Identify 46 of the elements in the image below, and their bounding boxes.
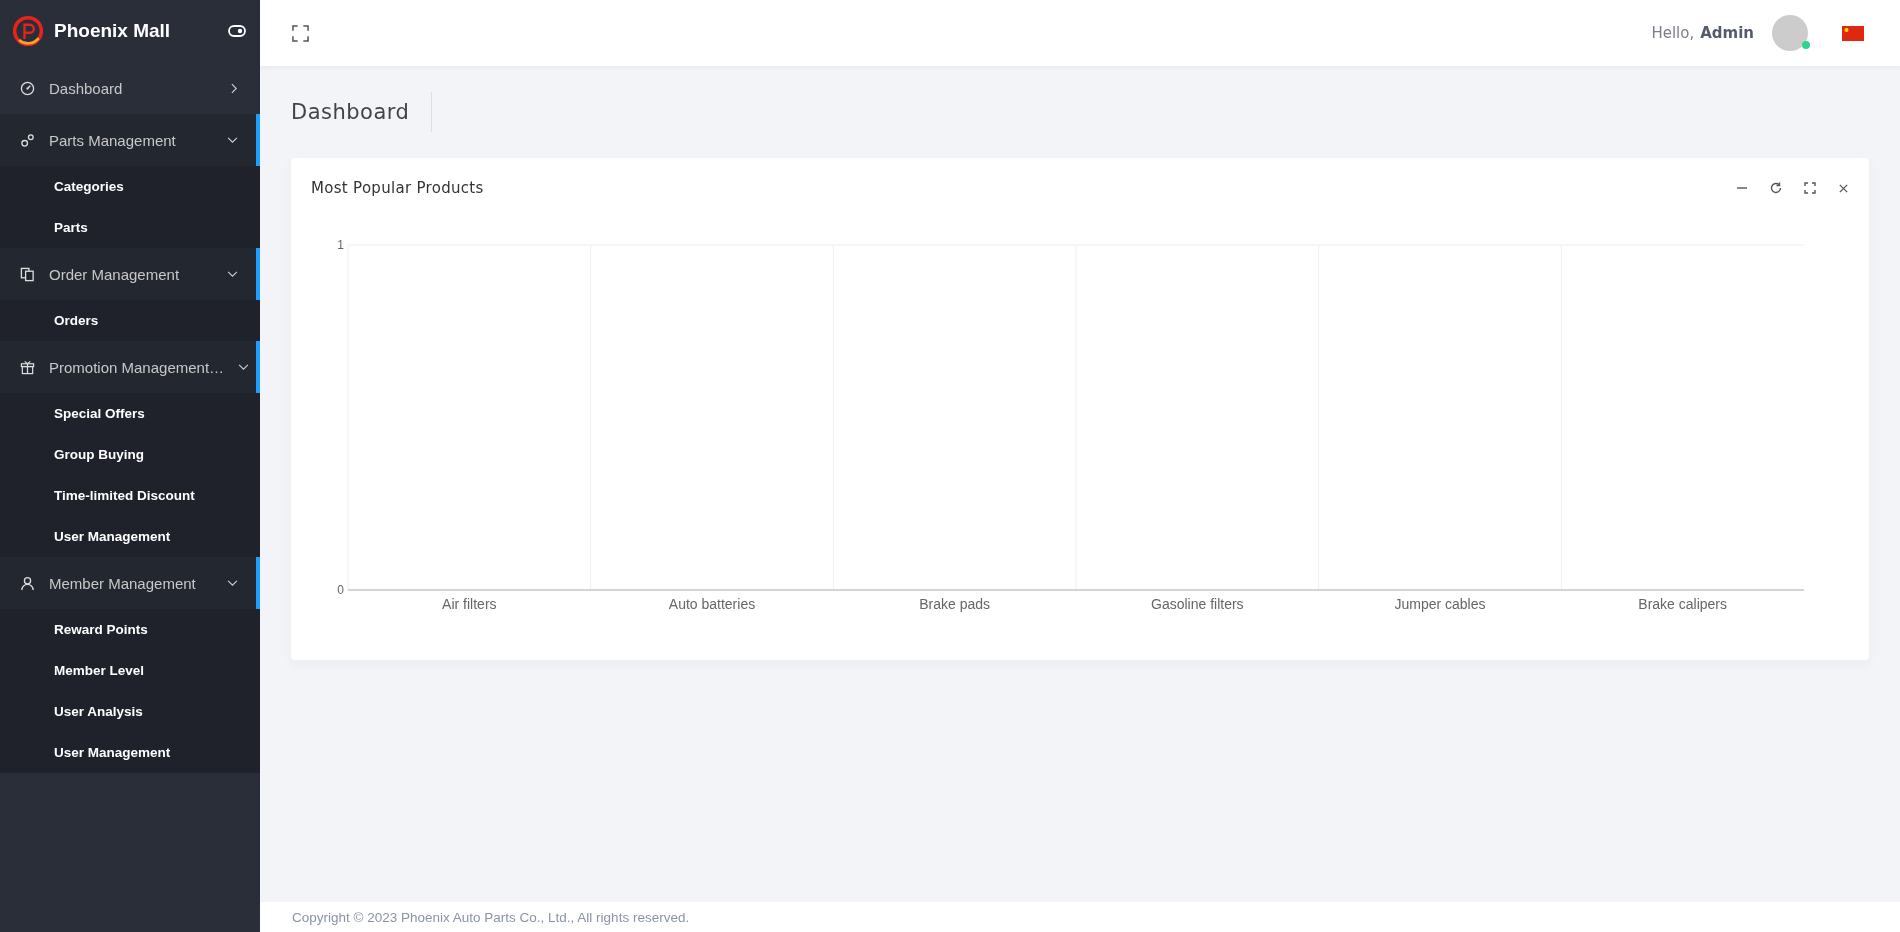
fullscreen-icon[interactable]: [292, 24, 309, 42]
submenu-item[interactable]: Orders: [0, 300, 260, 341]
axis-category-label: Jumper cables: [1394, 596, 1486, 612]
submenu-item[interactable]: Time-limited Discount: [0, 475, 260, 516]
submenu-item[interactable]: User Analysis: [0, 691, 260, 732]
submenu-item[interactable]: Reward Points: [0, 609, 260, 650]
gift-icon: [20, 359, 35, 375]
submenu-item[interactable]: Member Level: [0, 650, 260, 691]
copyright-text: Copyright © 2023 Phoenix Auto Parts Co., Ltd., All rights reserved.: [292, 909, 690, 925]
menu-item[interactable]: Order Management: [0, 248, 260, 300]
menu-item[interactable]: Parts Management: [0, 114, 260, 166]
card-title: Most Popular Products: [311, 179, 485, 197]
gears-icon: [20, 132, 35, 148]
axis-category-label: Gasoline filters: [1151, 596, 1244, 612]
gauge-icon: [20, 80, 35, 96]
copy-icon: [20, 266, 35, 282]
chevron-down-icon: [227, 579, 238, 587]
fullscreen-icon[interactable]: [1804, 182, 1816, 194]
close-icon[interactable]: [1838, 182, 1849, 194]
submenu-item[interactable]: Group Buying: [0, 434, 260, 475]
refresh-icon[interactable]: [1770, 182, 1782, 194]
submenu-item[interactable]: Categories: [0, 166, 260, 207]
menu-item[interactable]: Promotion Management…: [0, 341, 260, 393]
axis-category-label: Air filters: [442, 596, 497, 612]
axis-category-label: Auto batteries: [668, 596, 756, 612]
toggle-icon[interactable]: [228, 25, 246, 37]
logo-icon: [12, 15, 44, 47]
submenu-item[interactable]: User Management: [0, 732, 260, 773]
axis-tick-label: 1: [337, 238, 344, 252]
chevron-down-icon: [227, 136, 238, 144]
menu-item[interactable]: Member Management: [0, 557, 260, 609]
flag-icon[interactable]: [1842, 25, 1864, 41]
axis-tick-label: 0: [337, 583, 344, 597]
axis-category-label: Brake calipers: [1638, 596, 1727, 612]
user-name[interactable]: Admin: [1700, 24, 1754, 42]
submenu-item[interactable]: Special Offers: [0, 393, 260, 434]
chevron-down-icon: [227, 270, 238, 278]
axis-category-label: Brake pads: [919, 596, 991, 612]
greeting-text: Hello,: [1651, 24, 1695, 42]
brand-name: Phoenix Mall: [54, 20, 172, 42]
user-icon: [20, 575, 35, 591]
page-title: Dashboard: [291, 92, 433, 132]
submenu-item[interactable]: User Management: [0, 516, 260, 557]
chevron-down-icon: [238, 363, 250, 371]
chevron-right-icon: [231, 82, 238, 94]
submenu-item[interactable]: Parts: [0, 207, 260, 248]
